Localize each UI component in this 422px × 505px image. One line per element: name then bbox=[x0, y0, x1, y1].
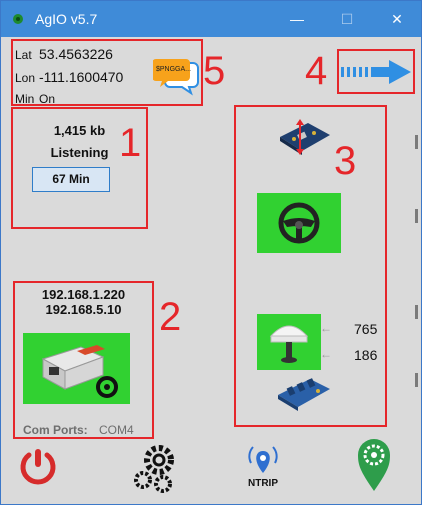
scroll-marker-1 bbox=[415, 135, 418, 149]
callout-1: 1 bbox=[119, 121, 142, 165]
network-box: 192.168.1.220 192.168.5.10 Com Ports: CO… bbox=[13, 281, 154, 439]
nmea-chat-button[interactable]: $PNGGA... bbox=[152, 55, 199, 97]
agio-window: AgIO v5.7 — ☐ ✕ Lat 53.4563226 Lon -111.… bbox=[0, 0, 422, 505]
com-ports-label: Com Ports: bbox=[23, 423, 88, 437]
ethernet-settings-button[interactable] bbox=[23, 333, 130, 404]
gps-antenna-button[interactable] bbox=[257, 314, 321, 370]
gps-value-2: 186 bbox=[354, 347, 378, 363]
min-value: On bbox=[39, 92, 56, 106]
lon-label: Lon bbox=[15, 71, 36, 85]
timer-button[interactable]: 67 Min bbox=[32, 167, 110, 192]
power-button-icon[interactable] bbox=[17, 445, 59, 487]
location-settings-icon[interactable] bbox=[356, 437, 392, 493]
ntrip-button[interactable]: NTRIP bbox=[235, 443, 291, 493]
lat-label: Lat bbox=[15, 48, 32, 62]
callout-2: 2 bbox=[159, 295, 182, 339]
forward-arrow-icon bbox=[341, 60, 411, 84]
nmea-badge-text: $PNGGA... bbox=[156, 66, 192, 73]
steering-wheel-icon bbox=[278, 202, 320, 244]
scroll-marker-2 bbox=[415, 209, 418, 223]
gps-value-1: 765 bbox=[354, 321, 378, 337]
lon-value: -111.1600470 bbox=[39, 69, 124, 85]
maximize-button[interactable]: ☐ bbox=[333, 7, 361, 31]
com-ports-value: COM4 bbox=[99, 423, 134, 437]
modules-box: ← ← 765 186 bbox=[234, 105, 387, 427]
scroll-marker-3 bbox=[415, 305, 418, 319]
app-tractor-icon bbox=[13, 14, 23, 24]
callout-3: 3 bbox=[334, 139, 357, 183]
window-title: AgIO v5.7 bbox=[35, 11, 98, 27]
machine-board-icon[interactable] bbox=[274, 115, 334, 159]
main-panel: Lat 53.4563226 Lon -111.1600470 Min On $… bbox=[1, 37, 421, 504]
callout-5: 5 bbox=[203, 49, 226, 93]
chat-bubble-icon bbox=[152, 59, 199, 96]
close-button[interactable]: ✕ bbox=[383, 7, 411, 31]
gps-position-box: Lat 53.4563226 Lon -111.1600470 Min On $… bbox=[11, 39, 203, 106]
scroll-marker-4 bbox=[415, 373, 418, 387]
lat-value: 53.4563226 bbox=[39, 46, 113, 62]
ip-address-1: 192.168.1.220 bbox=[41, 287, 126, 302]
relay-board-icon[interactable] bbox=[274, 371, 334, 415]
settings-gears-icon[interactable] bbox=[131, 442, 179, 494]
ntrip-label: NTRIP bbox=[248, 478, 278, 489]
min-label: Min bbox=[15, 92, 35, 106]
forward-arrow-box[interactable] bbox=[337, 49, 415, 94]
ethernet-port-icon bbox=[41, 345, 118, 398]
incoming-arrow-icon-2: ← bbox=[320, 347, 332, 361]
ip-address-2: 192.168.5.10 bbox=[45, 302, 122, 317]
minimize-button[interactable]: — bbox=[283, 7, 311, 31]
title-bar: AgIO v5.7 — ☐ ✕ bbox=[1, 1, 421, 37]
callout-4: 4 bbox=[305, 49, 328, 93]
ntrip-broadcast-icon bbox=[248, 446, 278, 473]
gps-antenna-icon bbox=[269, 325, 309, 363]
steer-wheel-button[interactable] bbox=[257, 193, 341, 253]
incoming-arrow-icon-1: ← bbox=[320, 321, 332, 335]
